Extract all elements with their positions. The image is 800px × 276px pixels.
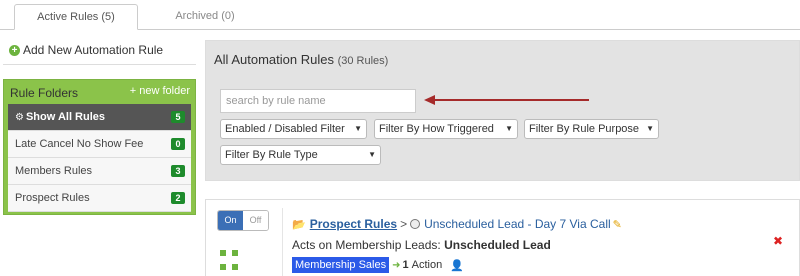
rule-folders-panel: Rule Folders + new folder ⚙ Show All Rule… bbox=[3, 79, 196, 215]
folder-label: Members Rules bbox=[15, 165, 93, 177]
rule-folders-header: Rule Folders + new folder bbox=[4, 80, 195, 104]
folder-item-members[interactable]: Members Rules 3 bbox=[8, 158, 191, 185]
search-input[interactable] bbox=[220, 89, 416, 113]
rule-purpose-badge: Membership Sales bbox=[292, 257, 390, 273]
folder-count-badge: 5 bbox=[171, 111, 185, 123]
folder-count-badge: 3 bbox=[171, 165, 185, 177]
toggle-on[interactable]: On bbox=[218, 211, 243, 230]
page-title-text: All Automation Rules bbox=[214, 52, 334, 67]
chevron-down-icon: ▼ bbox=[646, 124, 654, 133]
rule-breadcrumb: 📂 Prospect Rules > Unscheduled Lead - Da… bbox=[292, 217, 622, 231]
filter-label: Filter By Rule Type bbox=[225, 149, 318, 161]
folder-label: Show All Rules bbox=[25, 111, 106, 123]
action-count: 1 bbox=[402, 259, 409, 271]
folder-list: ⚙ Show All Rules 5 Late Cancel No Show Fe… bbox=[8, 104, 191, 212]
page-title: All Automation Rules (30 Rules) bbox=[214, 52, 388, 67]
folder-item-show-all[interactable]: ⚙ Show All Rules 5 bbox=[8, 104, 191, 131]
person-icon: 👤 bbox=[450, 259, 464, 272]
rule-folder-link[interactable]: Prospect Rules bbox=[310, 217, 397, 231]
filter-label: Filter By Rule Purpose bbox=[529, 123, 640, 135]
annotation-arrow bbox=[434, 99, 589, 101]
folder-count-badge: 2 bbox=[171, 192, 185, 204]
tab-active-rules[interactable]: Active Rules (5) bbox=[14, 4, 138, 30]
new-folder-link[interactable]: + new folder bbox=[130, 85, 190, 97]
rule-row: On Off 📂 Prospect Rules > Unscheduled Le… bbox=[205, 199, 800, 276]
folder-count-badge: 0 bbox=[171, 138, 185, 150]
filter-label: Enabled / Disabled Filter bbox=[225, 123, 345, 135]
add-rule-label: Add New Automation Rule bbox=[23, 43, 164, 57]
rules-tabs: Active Rules (5) Archived (0) bbox=[0, 0, 800, 30]
chevron-down-icon: ▼ bbox=[354, 124, 362, 133]
rule-type-filter[interactable]: Filter By Rule Type ▼ bbox=[220, 145, 381, 165]
rule-meta: Membership Sales ➜ 1 Action 👤 bbox=[292, 257, 464, 273]
filter-label: Filter By How Triggered bbox=[379, 123, 494, 135]
pencil-icon[interactable]: ✎ bbox=[613, 218, 622, 231]
arrow-right-icon: ➜ bbox=[392, 259, 401, 271]
acts-target: Unscheduled Lead bbox=[444, 238, 551, 252]
how-triggered-filter[interactable]: Filter By How Triggered ▼ bbox=[374, 119, 518, 139]
rule-folders-title: Rule Folders bbox=[10, 86, 79, 100]
acts-prefix: Acts on Membership Leads: bbox=[292, 238, 441, 252]
tab-archived[interactable]: Archived (0) bbox=[160, 4, 250, 30]
rule-name-link[interactable]: Unscheduled Lead - Day 7 Via Call bbox=[424, 217, 611, 231]
plus-circle-icon: + bbox=[9, 44, 20, 56]
folder-icon: 📂 bbox=[292, 218, 306, 231]
chevron-down-icon: ▼ bbox=[368, 150, 376, 159]
delete-icon[interactable]: ✖ bbox=[773, 234, 783, 248]
clock-icon bbox=[410, 219, 421, 229]
action-label: Action bbox=[411, 259, 443, 271]
rule-purpose-filter[interactable]: Filter By Rule Purpose ▼ bbox=[524, 119, 659, 139]
rule-enabled-toggle[interactable]: On Off bbox=[217, 210, 269, 231]
folder-item-late-cancel[interactable]: Late Cancel No Show Fee 0 bbox=[8, 131, 191, 158]
toggle-off[interactable]: Off bbox=[243, 211, 268, 230]
drag-handle-icon[interactable] bbox=[220, 250, 240, 274]
breadcrumb-separator: > bbox=[400, 217, 408, 231]
rule-acts-on: Acts on Membership Leads: Unscheduled Le… bbox=[292, 238, 551, 252]
add-automation-rule-button[interactable]: + Add New Automation Rule bbox=[9, 43, 163, 57]
row-divider bbox=[282, 208, 283, 276]
folder-label: Late Cancel No Show Fee bbox=[15, 138, 144, 150]
gear-icon: ⚙ bbox=[15, 112, 24, 123]
chevron-down-icon: ▼ bbox=[505, 124, 513, 133]
folder-label: Prospect Rules bbox=[15, 192, 90, 204]
enabled-disabled-filter[interactable]: Enabled / Disabled Filter ▼ bbox=[220, 119, 367, 139]
rules-count: (30 Rules) bbox=[337, 55, 389, 67]
folder-item-prospect[interactable]: Prospect Rules 2 bbox=[8, 185, 191, 212]
automation-rules-panel: All Automation Rules (30 Rules) Enabled … bbox=[205, 40, 800, 181]
sidebar-divider bbox=[3, 64, 196, 65]
